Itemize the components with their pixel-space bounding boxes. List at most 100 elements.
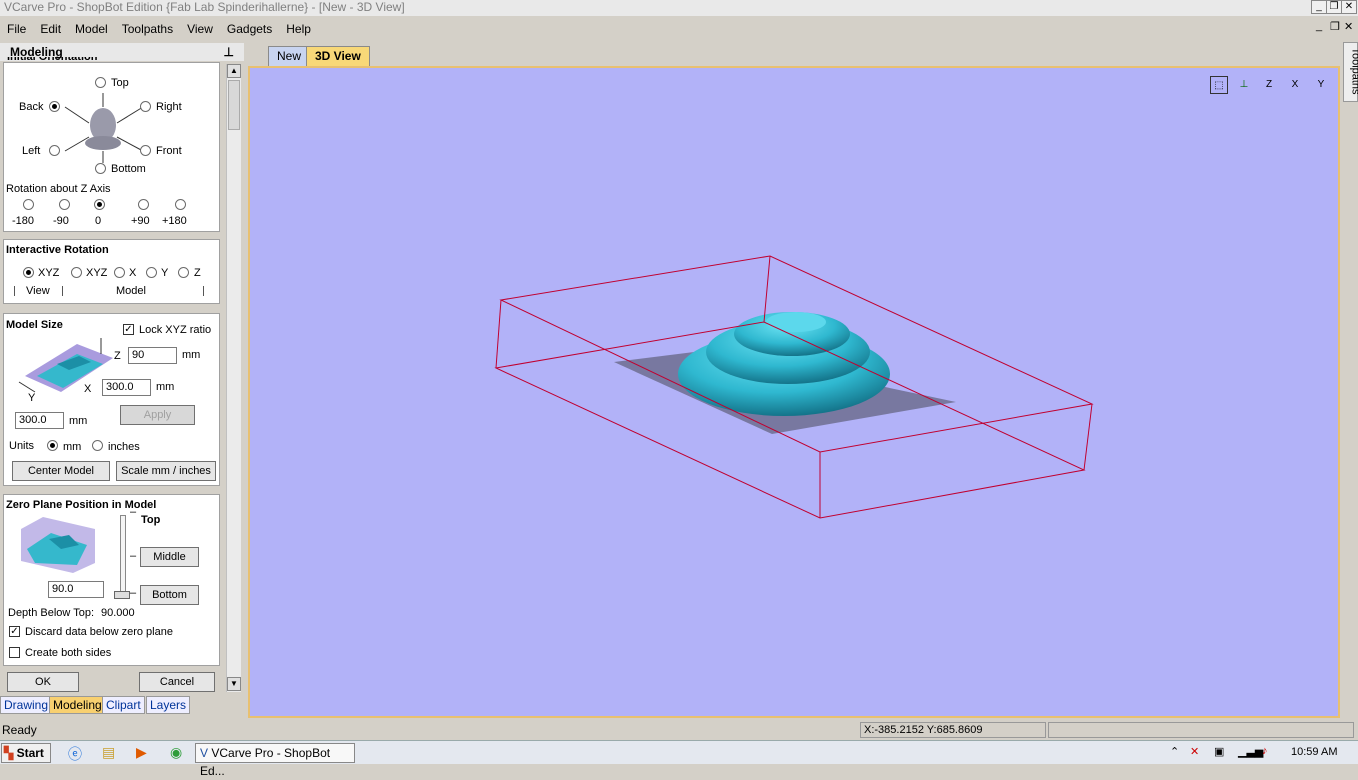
signal-icon[interactable]: ▁▃▅ (1238, 745, 1263, 758)
toolpaths-tab-label: Toolpaths (1349, 47, 1358, 95)
cancel-button[interactable]: Cancel (139, 672, 215, 692)
menu-file[interactable]: File (0, 19, 33, 39)
orientation-top-label: Top (111, 77, 129, 89)
mdi-minimize-button[interactable]: _ (1316, 20, 1322, 32)
y-label: Y (28, 392, 36, 404)
scroll-thumb[interactable] (228, 80, 240, 130)
tab-clipart[interactable]: Clipart (102, 696, 145, 714)
scroll-up-arrow-icon[interactable]: ▲ (227, 64, 241, 78)
x-size-input[interactable]: 300.0 (102, 379, 151, 396)
divider (62, 286, 63, 296)
menu-model[interactable]: Model (68, 19, 115, 39)
x-view-icon[interactable]: X (1286, 76, 1304, 94)
pin-icon[interactable]: ⊥ (224, 43, 234, 61)
zero-plane-slider-handle[interactable] (114, 591, 130, 599)
taskbar-app-button[interactable]: V VCarve Pro - ShopBot Ed... (195, 743, 355, 778)
menu-help[interactable]: Help (279, 19, 318, 39)
network-icon[interactable]: ✕ (1190, 745, 1199, 758)
ok-button[interactable]: OK (7, 672, 79, 692)
mdi-close-button[interactable]: ✕ (1344, 20, 1353, 33)
rotation-minus180-radio[interactable] (23, 199, 34, 210)
divider (203, 286, 204, 296)
menu-view[interactable]: View (180, 19, 220, 39)
view-xyz-label: XYZ (38, 267, 60, 279)
menu-toolpaths[interactable]: Toolpaths (115, 19, 180, 39)
tab-modeling[interactable]: Modeling (49, 696, 106, 714)
menu-edit[interactable]: Edit (33, 19, 68, 39)
media-player-icon[interactable]: ▶ (136, 744, 147, 761)
middle-button[interactable]: Middle (140, 547, 199, 567)
orientation-back-label: Back (19, 101, 44, 113)
folder-icon[interactable]: ▤ (102, 744, 115, 761)
device-icon[interactable]: ▣ (1214, 745, 1224, 758)
view-xyz-radio[interactable] (23, 267, 34, 278)
status-panel (1048, 722, 1354, 738)
discard-data-checkbox[interactable]: ✓ (9, 626, 20, 637)
depth-below-top-label: Depth Below Top: (8, 607, 95, 619)
rotation-0-radio[interactable] (94, 199, 105, 210)
orientation-back-radio[interactable] (49, 101, 60, 112)
orientation-right-radio[interactable] (140, 101, 151, 112)
windows-logo-icon: ▚ (4, 746, 14, 760)
scroll-down-arrow-icon[interactable]: ▼ (227, 677, 241, 691)
rotation-plus180-radio[interactable] (175, 199, 186, 210)
tab-new[interactable]: New (268, 46, 311, 66)
rotation-z-label: Rotation about Z Axis (6, 183, 111, 195)
orientation-bottom-radio[interactable] (95, 163, 106, 174)
rotation-plus90-radio[interactable] (138, 199, 149, 210)
zoom-extents-icon[interactable]: ⬚ (1210, 76, 1228, 94)
scale-units-button[interactable]: Scale mm / inches (116, 461, 216, 481)
x-label: X (84, 383, 92, 395)
toolpaths-side-tab[interactable]: Toolpaths (1343, 42, 1358, 102)
units-mm-label: mm (63, 441, 82, 453)
z-size-input[interactable]: 90 (128, 347, 177, 364)
bottom-button[interactable]: Bottom (140, 585, 199, 605)
minimize-button[interactable]: _ (1311, 0, 1327, 14)
start-button[interactable]: ▚ Start (1, 743, 51, 763)
tab-layers[interactable]: Layers (146, 696, 191, 714)
model-x-label: X (129, 267, 137, 279)
orientation-top-radio[interactable] (95, 77, 106, 88)
tab-drawing[interactable]: Drawing (0, 696, 53, 714)
z-view-icon[interactable]: Z (1260, 76, 1278, 94)
model-xyz-radio[interactable] (71, 267, 82, 278)
create-both-sides-checkbox[interactable] (9, 647, 20, 658)
zero-plane-input[interactable]: 90.0 (48, 581, 104, 598)
x-unit: mm (156, 381, 175, 393)
units-inches-label: inches (108, 441, 140, 453)
volume-icon[interactable]: ♪ (1262, 745, 1268, 757)
restore-button[interactable]: ❐ (1326, 0, 1342, 14)
mdi-restore-button[interactable]: ❐ (1330, 20, 1340, 33)
model-y-radio[interactable] (146, 267, 157, 278)
units-mm-radio[interactable] (47, 440, 58, 451)
panel-scrollbar[interactable]: ▲ ▼ (226, 64, 241, 692)
orientation-left-radio[interactable] (49, 145, 60, 156)
rotation-plus90-label: +90 (131, 215, 150, 227)
rotation-minus90-label: -90 (53, 215, 69, 227)
model-x-radio[interactable] (114, 267, 125, 278)
interactive-rotation-group: Interactive Rotation XYZ XYZ X Y Z View … (3, 239, 220, 304)
chrome-icon[interactable]: ◉ (170, 744, 182, 761)
close-button[interactable]: ✕ (1341, 0, 1357, 14)
window-title: VCarve Pro - ShopBot Edition {Fab Lab Sp… (4, 0, 405, 14)
iso-view-icon[interactable]: ⊥ (1235, 76, 1253, 94)
zero-plane-group: Zero Plane Position in Model – Top – Mid… (3, 494, 220, 666)
model-xyz-label: XYZ (86, 267, 108, 279)
ie-icon[interactable]: ⓔ (68, 744, 82, 764)
model-size-heading: Model Size (6, 319, 63, 331)
show-hidden-icons-icon[interactable]: ⌃ (1170, 745, 1179, 758)
initial-orientation-group: Initial Orientation Top Back Right Left … (3, 57, 220, 232)
window-title-bar: VCarve Pro - ShopBot Edition {Fab Lab Sp… (0, 0, 1358, 16)
3d-viewport[interactable] (248, 66, 1340, 718)
tab-3d-view[interactable]: 3D View (306, 46, 370, 66)
model-z-radio[interactable] (178, 267, 189, 278)
rotation-minus90-radio[interactable] (59, 199, 70, 210)
center-model-button[interactable]: Center Model (12, 461, 110, 481)
y-view-icon[interactable]: Y (1312, 76, 1330, 94)
menu-gadgets[interactable]: Gadgets (220, 19, 279, 39)
lock-ratio-checkbox[interactable]: ✓ (123, 324, 134, 335)
units-inches-radio[interactable] (92, 440, 103, 451)
y-size-input[interactable]: 300.0 (15, 412, 64, 429)
orientation-front-radio[interactable] (140, 145, 151, 156)
apply-button[interactable]: Apply (120, 405, 195, 425)
